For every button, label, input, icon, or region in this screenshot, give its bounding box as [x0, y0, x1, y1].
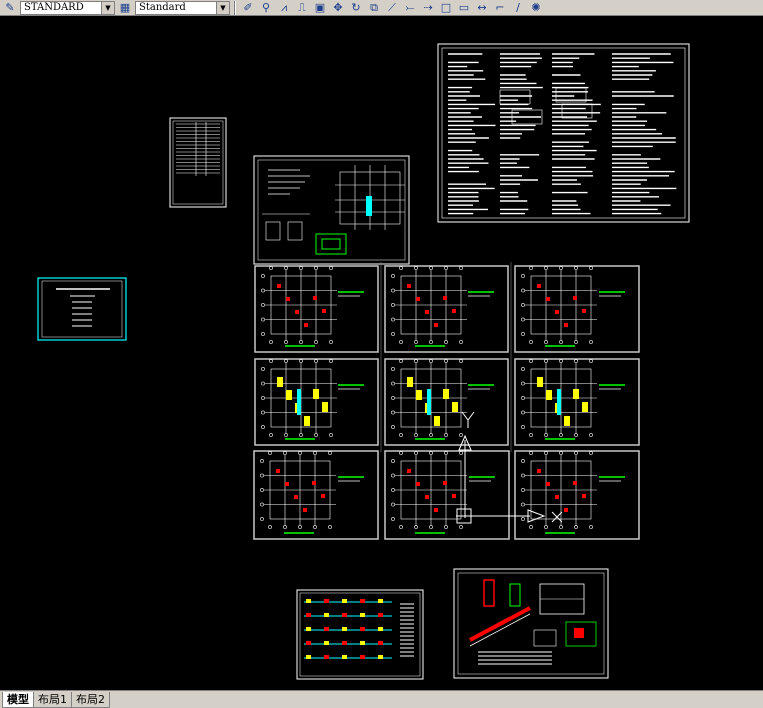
dim-style-icon[interactable]: ▦ — [117, 1, 133, 15]
floor-plan-sheet[interactable] — [514, 265, 640, 353]
layout-tab[interactable]: 布局1 — [33, 692, 72, 708]
floor-plan-sheet[interactable] — [384, 265, 509, 353]
rotate-icon[interactable]: ↻ — [348, 1, 364, 15]
match-properties-icon[interactable]: ⚲ — [258, 1, 274, 15]
floor-plan-sheet[interactable] — [254, 265, 379, 353]
notes-sheet[interactable] — [437, 43, 690, 223]
pencil-icon[interactable]: ✐ — [240, 1, 256, 15]
dim-style-select[interactable]: Standard ▼ — [135, 0, 230, 15]
text-style-select[interactable]: STANDARD ▼ — [20, 0, 115, 15]
index-sheet[interactable] — [169, 117, 227, 208]
extend-icon[interactable]: ⇢ — [420, 1, 436, 15]
explode-icon[interactable]: ✺ — [528, 1, 544, 15]
move-icon[interactable]: ✥ — [330, 1, 346, 15]
join-icon[interactable]: ▭ — [456, 1, 472, 15]
mirror-icon[interactable]: ⩘ — [276, 1, 292, 15]
floor-plan-sheet[interactable] — [514, 358, 640, 446]
floor-plan-sheet[interactable] — [253, 450, 379, 540]
drawing-svg — [37, 43, 690, 680]
offset-icon[interactable]: ⎍ — [294, 1, 310, 15]
fillet-icon[interactable]: ⌐ — [492, 1, 508, 15]
text-style-value: STANDARD — [24, 2, 84, 13]
cover-sheet[interactable] — [37, 277, 127, 341]
floor-plan-sheet[interactable] — [514, 450, 640, 540]
model-space-canvas[interactable] — [0, 16, 763, 690]
floor-plan-sheets[interactable] — [253, 262, 640, 540]
stair-detail-sheet[interactable] — [453, 568, 609, 679]
toolbar-separator — [234, 0, 236, 15]
layout-tabs: 模型 布局1 布局2 — [0, 690, 763, 708]
scale-icon[interactable]: ⧉ — [366, 1, 382, 15]
break-icon[interactable]: □ — [438, 1, 454, 15]
chevron-down-icon[interactable]: ▼ — [101, 1, 114, 14]
layout-tab[interactable]: 模型 — [2, 692, 34, 708]
dim-style-value: Standard — [139, 2, 186, 13]
floor-plan-sheet[interactable] — [384, 358, 509, 446]
layout-tab[interactable]: 布局2 — [71, 692, 110, 708]
explode-icon[interactable]: ∕ — [510, 1, 526, 15]
trim-icon[interactable]: ⤚ — [402, 1, 418, 15]
floor-plan-sheet[interactable] — [254, 358, 379, 446]
array-icon[interactable]: ▣ — [312, 1, 328, 15]
stretch-icon[interactable]: ⟋ — [384, 1, 400, 15]
floor-plan-sheet[interactable] — [384, 450, 510, 540]
beam-detail-sheet[interactable] — [296, 589, 424, 680]
chevron-down-icon[interactable]: ▼ — [216, 1, 229, 14]
text-style-icon[interactable]: ✎ — [2, 1, 18, 15]
properties-toolbar: ✎ STANDARD ▼ ▦ Standard ▼ ✐ ⚲ ⩘ ⎍ ▣ ✥ ↻ … — [0, 0, 763, 16]
chamfer-icon[interactable]: ↔ — [474, 1, 490, 15]
foundation-sheet[interactable] — [253, 155, 410, 265]
